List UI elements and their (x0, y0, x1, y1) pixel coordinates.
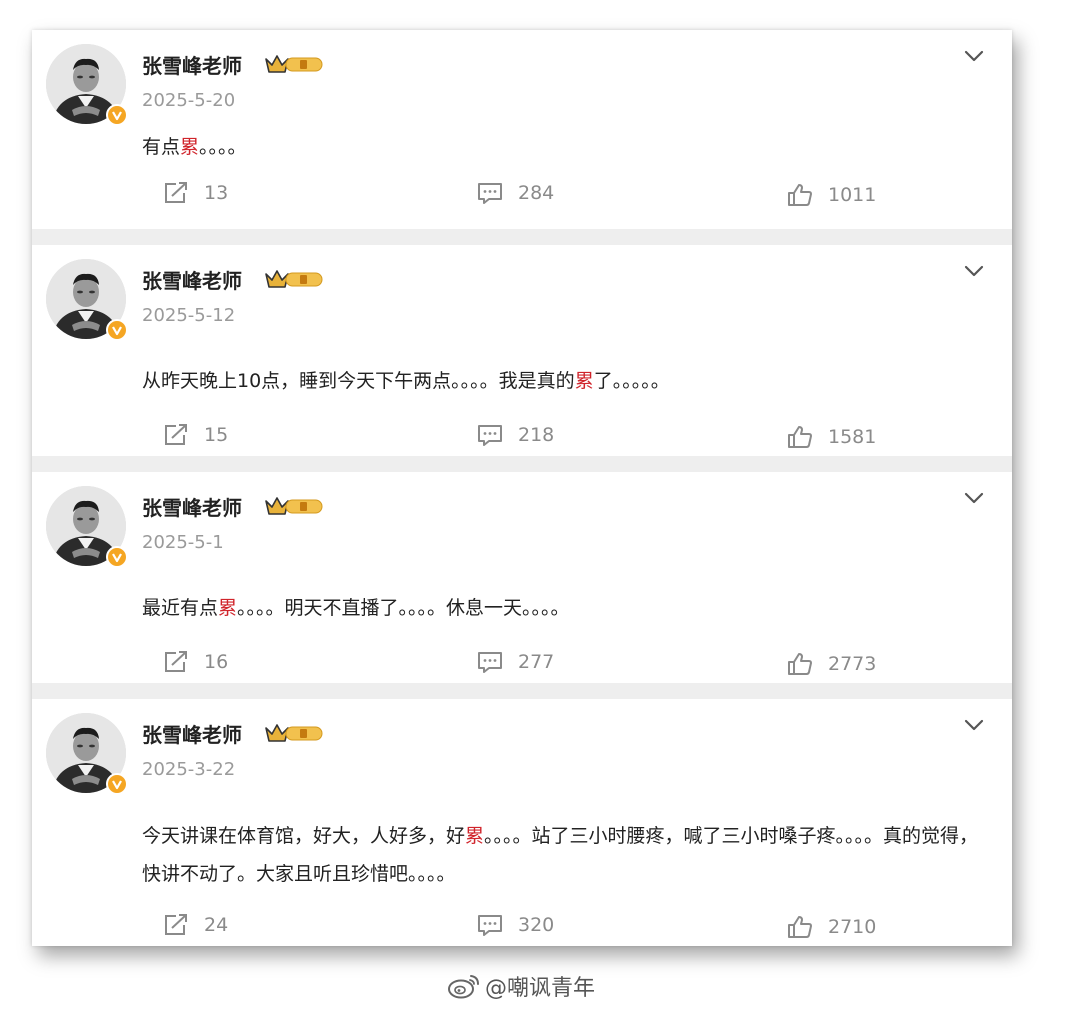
highlighted-text: 累 (180, 136, 200, 158)
share-count: 16 (204, 651, 229, 673)
chevron-down-icon[interactable] (962, 259, 986, 283)
like-count: 2710 (828, 916, 877, 938)
like-icon (788, 653, 812, 675)
watermark-text: @嘲讽青年 (485, 976, 596, 1001)
share-count: 13 (204, 182, 229, 204)
username[interactable]: 张雪峰老师 (142, 265, 242, 294)
comment-button[interactable]: 284 (476, 180, 554, 206)
text-segment: 从昨天晚上10点，睡到今天下午两点。。。。我是真的 (142, 370, 575, 392)
weibo-post: 张雪峰老师 2025-5-1 最近有点累。。。。明天不直播了。。。。休息一天。。。。… (32, 472, 1012, 683)
username[interactable]: 张雪峰老师 (142, 50, 242, 79)
comment-icon (478, 915, 502, 936)
highlighted-text: 累 (574, 370, 594, 392)
share-count: 15 (204, 424, 229, 446)
share-count: 24 (204, 914, 229, 936)
username[interactable]: 张雪峰老师 (142, 492, 242, 521)
share-icon (165, 651, 187, 672)
verified-v-icon (106, 546, 128, 568)
comment-count: 218 (518, 424, 555, 446)
weibo-logo-icon (448, 975, 479, 999)
crown-icon (265, 55, 323, 73)
comment-icon (478, 652, 502, 673)
crown-icon (265, 724, 323, 742)
post-text: 今天讲课在体育馆，好大，人好多，好累。。。。站了三小时腰疼，喊了三小时嗓子疼。。… (142, 817, 992, 893)
text-segment: 了。。。。。 (593, 370, 670, 392)
like-icon (788, 916, 812, 938)
comment-count: 284 (518, 182, 555, 204)
chevron-down-icon[interactable] (962, 713, 986, 737)
post-date: 2025-5-20 (142, 90, 236, 111)
text-segment: 。。。。明天不直播了。。。。休息一天。。。。 (237, 597, 570, 619)
like-button[interactable]: 1011 (786, 182, 876, 208)
like-button[interactable]: 1581 (786, 424, 876, 450)
chevron-down-icon[interactable] (962, 44, 986, 68)
text-segment: 。。。。 (199, 136, 247, 158)
like-icon (788, 184, 812, 206)
avatar[interactable] (46, 259, 128, 341)
share-icon (165, 424, 187, 445)
comment-icon (478, 183, 502, 204)
highlighted-text: 累 (218, 597, 238, 619)
like-button[interactable]: 2710 (786, 914, 876, 940)
avatar[interactable] (46, 44, 128, 126)
verified-v-icon (106, 773, 128, 795)
weibo-post: 张雪峰老师 2025-5-20 有点累。。。。 13 284 1011 (32, 30, 1012, 229)
verified-v-icon (106, 319, 128, 341)
like-count: 1581 (828, 426, 877, 448)
weibo-feed: 张雪峰老师 2025-5-20 有点累。。。。 13 284 1011 张雪峰老师 2025-… (32, 30, 1012, 946)
crown-icon (265, 270, 323, 288)
comment-count: 277 (518, 651, 555, 673)
comment-icon (478, 425, 502, 446)
share-button[interactable]: 15 (162, 422, 228, 448)
share-icon (165, 182, 187, 203)
like-count: 2773 (828, 653, 877, 675)
comment-count: 320 (518, 914, 555, 936)
comment-button[interactable]: 218 (476, 422, 554, 448)
text-segment: 今天讲课在体育馆，好大，人好多，好 (142, 825, 466, 847)
watermark: @嘲讽青年 (447, 970, 595, 1002)
avatar[interactable] (46, 713, 128, 795)
text-segment: 最近有点 (142, 597, 219, 619)
post-text: 从昨天晚上10点，睡到今天下午两点。。。。我是真的累了。。。。。 (142, 362, 992, 400)
post-date: 2025-3-22 (142, 759, 236, 780)
post-text: 有点累。。。。 (142, 128, 992, 166)
like-button[interactable]: 2773 (786, 651, 876, 677)
share-button[interactable]: 24 (162, 912, 228, 938)
chevron-down-icon[interactable] (962, 486, 986, 510)
avatar[interactable] (46, 486, 128, 568)
weibo-post: 张雪峰老师 2025-3-22 今天讲课在体育馆，好大，人好多，好累。。。。站了三小… (32, 699, 1012, 946)
share-icon (165, 914, 187, 935)
text-segment: 有点 (142, 136, 181, 158)
share-button[interactable]: 13 (162, 180, 228, 206)
verified-v-icon (106, 104, 128, 126)
comment-button[interactable]: 320 (476, 912, 554, 938)
share-button[interactable]: 16 (162, 649, 228, 675)
crown-icon (265, 497, 323, 515)
like-count: 1011 (828, 184, 877, 206)
username[interactable]: 张雪峰老师 (142, 719, 242, 748)
weibo-post: 张雪峰老师 2025-5-12 从昨天晚上10点，睡到今天下午两点。。。。我是真的累… (32, 245, 1012, 456)
like-icon (788, 426, 812, 448)
comment-button[interactable]: 277 (476, 649, 554, 675)
post-text: 最近有点累。。。。明天不直播了。。。。休息一天。。。。 (142, 589, 992, 627)
post-date: 2025-5-1 (142, 532, 224, 553)
highlighted-text: 累 (465, 825, 485, 847)
post-date: 2025-5-12 (142, 305, 236, 326)
